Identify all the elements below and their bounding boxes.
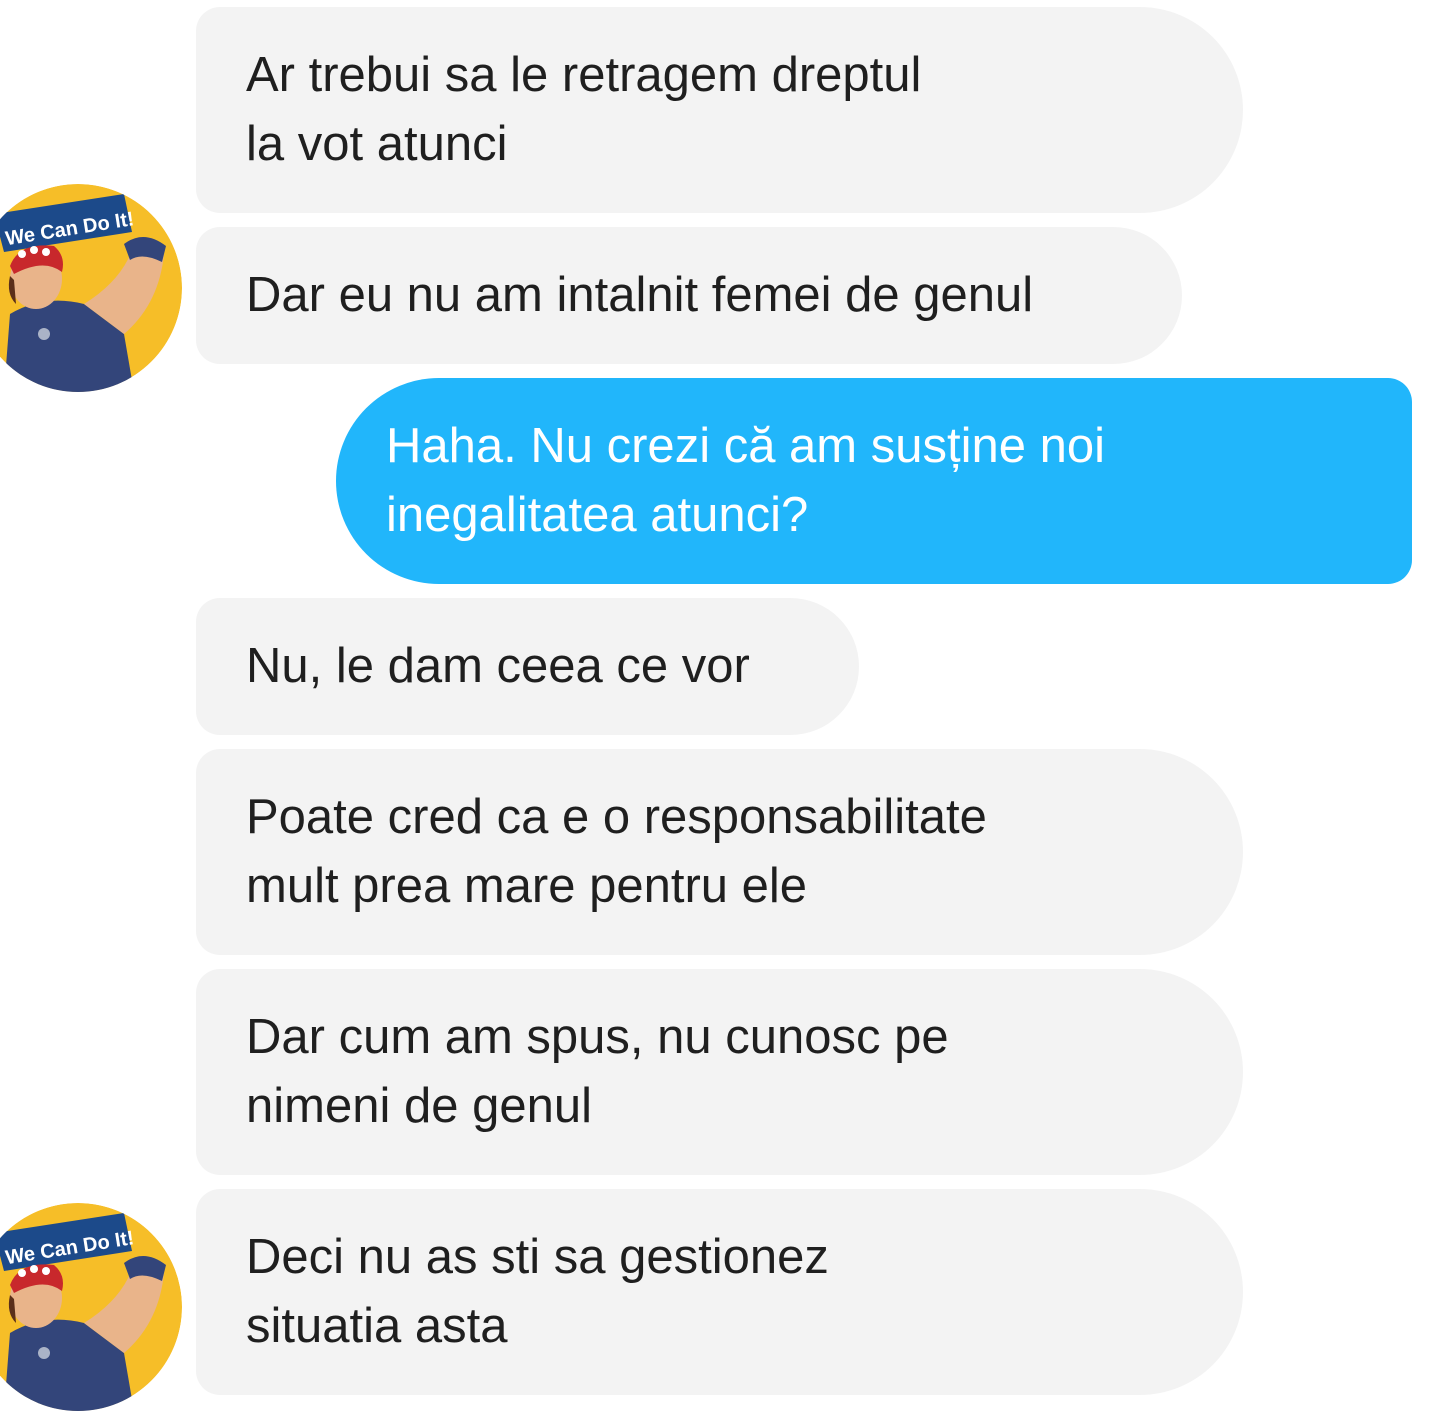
message-bubble-outgoing[interactable]: Haha. Nu crezi că am susține noi inegali… xyxy=(336,378,1412,584)
sender-avatar[interactable]: We Can Do It! xyxy=(0,1203,182,1411)
we-can-do-it-poster-icon: We Can Do It! xyxy=(0,184,182,392)
message-bubble-incoming[interactable]: Dar eu nu am intalnit femei de genul xyxy=(196,227,1182,364)
message-text: Haha. Nu crezi că am susține noi inegali… xyxy=(386,419,1105,542)
message-bubble-incoming[interactable]: Dar cum am spus, nu cunosc pe nimeni de … xyxy=(196,969,1243,1175)
sender-avatar[interactable]: We Can Do It! xyxy=(0,184,182,392)
message-bubble-incoming[interactable]: Deci nu as sti sa gestionez situatia ast… xyxy=(196,1189,1243,1395)
message-bubble-incoming[interactable]: Nu, le dam ceea ce vor xyxy=(196,598,859,735)
message-text: Poate cred ca e o responsabilitate mult … xyxy=(246,790,987,913)
message-text: Dar eu nu am intalnit femei de genul xyxy=(246,268,1034,322)
message-bubble-incoming[interactable]: Ar trebui sa le retragem dreptul la vot … xyxy=(196,7,1243,213)
we-can-do-it-poster-icon: We Can Do It! xyxy=(0,1203,182,1411)
message-text: Nu, le dam ceea ce vor xyxy=(246,639,750,693)
message-text: Dar cum am spus, nu cunosc pe nimeni de … xyxy=(246,1010,949,1133)
message-bubble-incoming[interactable]: Poate cred ca e o responsabilitate mult … xyxy=(196,749,1243,955)
message-text: Ar trebui sa le retragem dreptul la vot … xyxy=(246,48,922,171)
message-text: Deci nu as sti sa gestionez situatia ast… xyxy=(246,1230,829,1353)
